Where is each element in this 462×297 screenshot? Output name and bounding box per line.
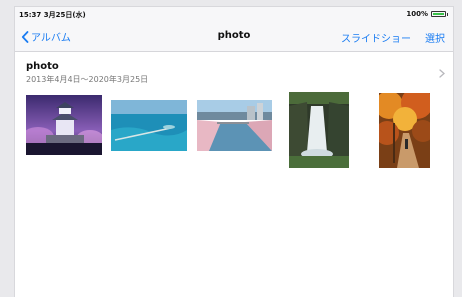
album-header[interactable]: photo 2013年4月4日～2020年3月25日 (15, 52, 453, 92)
status-right: 100% (406, 10, 448, 18)
ipad-screen: 15:37 3月25日(水) 100% アルバム photo スライドショー 選… (15, 7, 453, 297)
photo-thumbnail[interactable] (26, 95, 102, 155)
river-photo-image (197, 100, 272, 151)
select-button[interactable]: 選択 (425, 30, 445, 45)
photo-thumbnail[interactable] (289, 92, 349, 168)
status-time: 15:37 3月25日(水) (19, 11, 86, 19)
photo-grid (15, 92, 453, 172)
photo-thumbnail[interactable] (111, 100, 187, 151)
album-date-range: 2013年4月4日～2020年3月25日 (26, 75, 149, 84)
album-title: photo (26, 61, 59, 72)
nav-actions: スライドショー 選択 (341, 30, 445, 45)
status-bar: 15:37 3月25日(水) 100% (15, 7, 453, 21)
photo-thumbnail[interactable] (379, 93, 430, 168)
battery-percent: 100% (406, 10, 428, 18)
battery-cap (447, 12, 448, 16)
slideshow-button[interactable]: スライドショー (341, 30, 411, 45)
sea-photo-image (111, 100, 187, 151)
castle-photo-image (26, 95, 102, 155)
autumn-photo-image (379, 93, 430, 168)
waterfall-photo-image (289, 92, 349, 168)
battery-icon (431, 11, 446, 17)
battery-fill (433, 13, 444, 15)
navigation-bar: アルバム photo スライドショー 選択 (15, 21, 453, 52)
photo-thumbnail[interactable] (197, 100, 272, 151)
chevron-right-icon (439, 69, 445, 78)
